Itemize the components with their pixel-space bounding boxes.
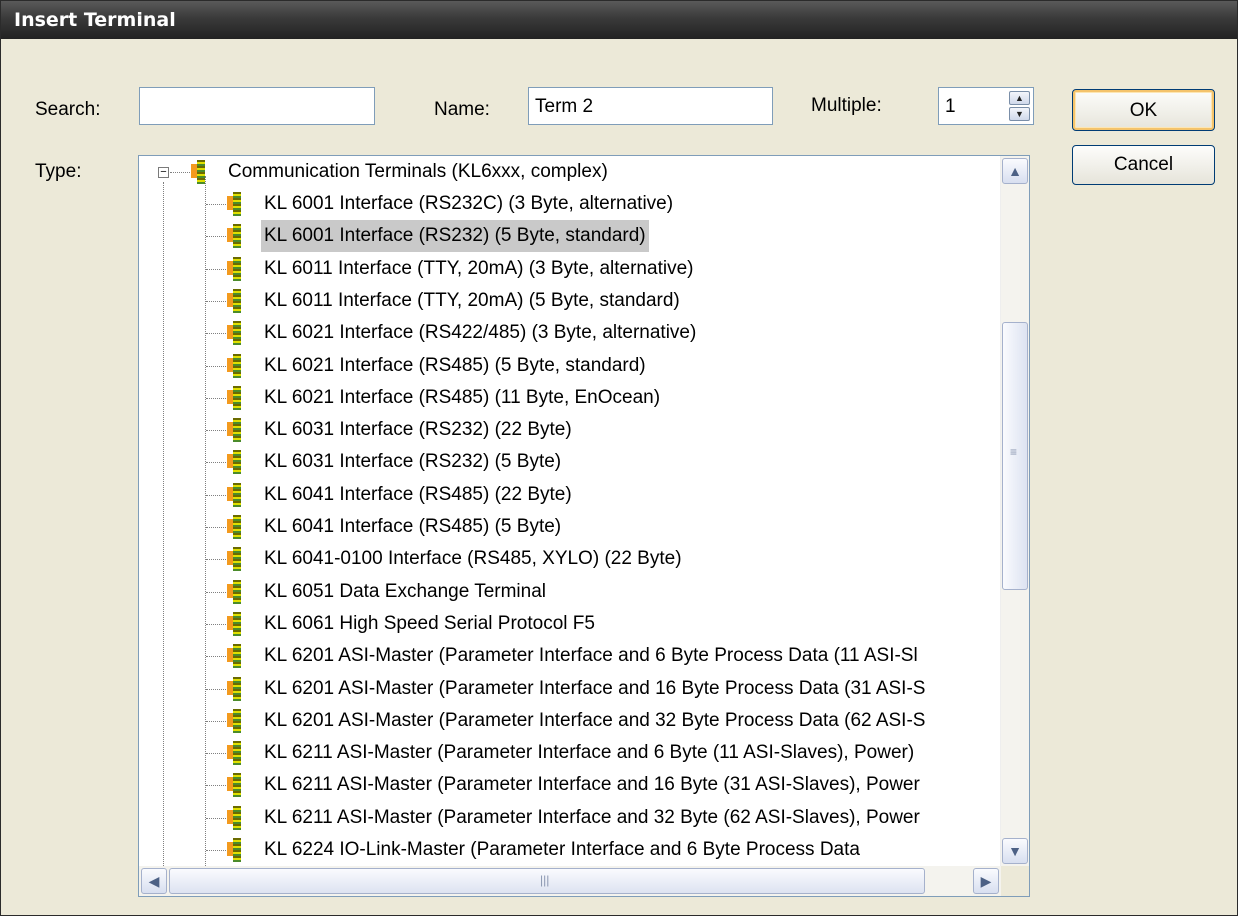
tree-item-label: KL 6041 Interface (RS485) (22 Byte) xyxy=(264,483,572,505)
terminal-icon xyxy=(227,513,241,541)
scrollbar-corner xyxy=(1001,866,1029,896)
spin-up-icon[interactable]: ▲ xyxy=(1009,91,1030,105)
cancel-button[interactable]: Cancel xyxy=(1072,145,1215,185)
tree-line-root xyxy=(163,182,164,866)
tree-item-label: KL 6051 Data Exchange Terminal xyxy=(264,580,547,602)
tree-viewport: − Communication Terminals (KL6xxx, compl… xyxy=(139,156,1001,866)
terminal-icon xyxy=(227,771,241,799)
terminal-icon xyxy=(227,416,241,444)
tree-item-label: KL 6021 Interface (RS485) (5 Byte, stand… xyxy=(264,354,646,376)
terminal-icon xyxy=(227,707,241,735)
multiple-value: 1 xyxy=(945,96,956,117)
dialog-title: Insert Terminal xyxy=(1,1,1237,39)
tree-root-label: Communication Terminals (KL6xxx, complex… xyxy=(228,161,608,182)
tree-item-label: KL 6011 Interface (TTY, 20mA) (3 Byte, a… xyxy=(264,257,694,279)
horizontal-scroll-thumb[interactable]: ||| xyxy=(169,868,925,894)
tree-item-label: KL 6211 ASI-Master (Parameter Interface … xyxy=(264,742,915,764)
ok-button[interactable]: OK xyxy=(1072,89,1215,131)
terminal-icon xyxy=(227,481,241,509)
name-input[interactable]: Term 2 xyxy=(528,87,773,125)
dialog-client: Search: Name: Term 2 Multiple: 1 ▲ ▼ OK … xyxy=(9,39,1231,909)
tree-item-label: KL 6011 Interface (TTY, 20mA) (5 Byte, s… xyxy=(264,289,680,311)
vertical-scrollbar[interactable]: ▲ ≡ ▼ xyxy=(1000,156,1029,866)
tree-line-children xyxy=(205,176,206,866)
tree-item-label: KL 6001 Interface (RS232) (5 Byte, stand… xyxy=(261,220,649,253)
terminal-icon xyxy=(227,836,241,864)
scroll-up-icon[interactable]: ▲ xyxy=(1002,158,1028,184)
tree-item-label: KL 6211 ASI-Master (Parameter Interface … xyxy=(264,774,920,796)
scroll-down-icon[interactable]: ▼ xyxy=(1002,838,1028,864)
terminal-icon xyxy=(227,804,241,832)
tree-item-label: KL 6201 ASI-Master (Parameter Interface … xyxy=(264,677,926,699)
tree-item-label: KL 6041 Interface (RS485) (5 Byte) xyxy=(264,516,562,537)
horizontal-scrollbar[interactable]: ◀ ||| ▶ xyxy=(139,866,1001,896)
terminal-icon xyxy=(227,384,241,412)
terminal-icon xyxy=(227,190,241,218)
grip-icon: ||| xyxy=(540,873,550,887)
scroll-left-icon[interactable]: ◀ xyxy=(141,868,167,894)
tree-item-label: KL 6021 Interface (RS485) (11 Byte, EnOc… xyxy=(264,386,661,408)
tree-item-label: KL 6031 Interface (RS232) (22 Byte) xyxy=(264,419,572,441)
terminal-group-icon xyxy=(191,158,205,186)
terminal-icon xyxy=(227,287,241,315)
grip-icon: ≡ xyxy=(1010,445,1018,459)
spin-down-icon[interactable]: ▼ xyxy=(1009,107,1030,121)
tree-item-label: KL 6001 Interface (RS232C) (3 Byte, alte… xyxy=(264,193,674,214)
tree-item-label: KL 6211 ASI-Master (Parameter Interface … xyxy=(264,806,920,828)
terminal-icon xyxy=(227,642,241,670)
terminal-icon xyxy=(227,675,241,703)
terminal-icon xyxy=(227,610,241,638)
terminal-icon xyxy=(227,222,241,250)
terminal-icon xyxy=(227,448,241,476)
scroll-right-icon[interactable]: ▶ xyxy=(973,868,999,894)
insert-terminal-dialog: Insert Terminal Search: Name: Term 2 Mul… xyxy=(0,0,1238,916)
spin-buttons: ▲ ▼ xyxy=(1009,91,1030,121)
tree-item-label: KL 6041-0100 Interface (RS485, XYLO) (22… xyxy=(264,548,682,570)
type-label: Type: xyxy=(35,161,82,182)
vertical-scroll-thumb[interactable]: ≡ xyxy=(1002,322,1028,590)
terminal-icon xyxy=(227,739,241,767)
tree-item-label: KL 6061 High Speed Serial Protocol F5 xyxy=(264,612,595,634)
collapse-icon[interactable]: − xyxy=(158,167,169,178)
terminal-type-tree[interactable]: − Communication Terminals (KL6xxx, compl… xyxy=(138,155,1030,897)
tree-item-label: KL 6201 ASI-Master (Parameter Interface … xyxy=(264,645,918,667)
terminal-icon xyxy=(227,319,241,347)
terminal-icon xyxy=(227,352,241,380)
search-input[interactable] xyxy=(139,87,375,125)
terminal-icon xyxy=(227,255,241,283)
terminal-icon xyxy=(227,578,241,606)
terminal-icon xyxy=(227,545,241,573)
search-label: Search: xyxy=(35,99,101,120)
tree-item-label: KL 6031 Interface (RS232) (5 Byte) xyxy=(264,451,562,473)
name-label: Name: xyxy=(434,99,490,120)
tree-item-label: KL 6201 ASI-Master (Parameter Interface … xyxy=(264,709,926,731)
multiple-spinner[interactable]: 1 ▲ ▼ xyxy=(938,87,1034,125)
tree-line-root-h xyxy=(170,172,192,173)
multiple-label: Multiple: xyxy=(811,95,882,116)
tree-item-label: KL 6224 IO-Link-Master (Parameter Interf… xyxy=(264,839,860,860)
tree-item-label: KL 6021 Interface (RS422/485) (3 Byte, a… xyxy=(264,322,697,344)
